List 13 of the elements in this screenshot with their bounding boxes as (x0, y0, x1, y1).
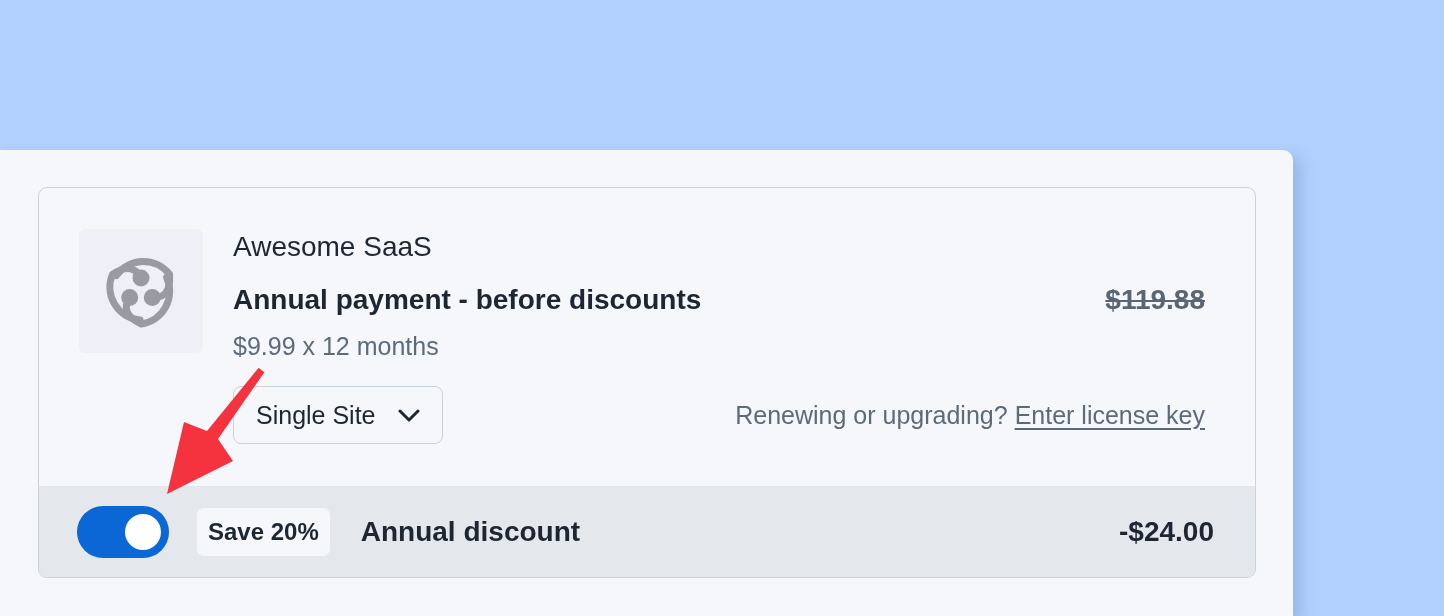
discount-amount: -$24.00 (1119, 515, 1214, 548)
discount-label: Annual discount (360, 515, 581, 548)
logo-icon (79, 229, 203, 353)
savings-badge: Save 20% (197, 507, 330, 556)
license-key-link[interactable]: Enter license key (1014, 400, 1205, 430)
discount-toggle[interactable] (77, 505, 169, 558)
product-title: Annual payment - before discounts (233, 283, 702, 317)
chevron-down-icon (397, 408, 420, 422)
plan-dropdown[interactable]: Single Site (233, 386, 443, 444)
renewal-prompt: Renewing or upgrading? (735, 400, 1008, 430)
product-name: Awesome SaaS (233, 230, 432, 264)
price-breakdown: $9.99 x 12 months (233, 331, 439, 362)
original-price: $119.88 (1105, 283, 1205, 317)
